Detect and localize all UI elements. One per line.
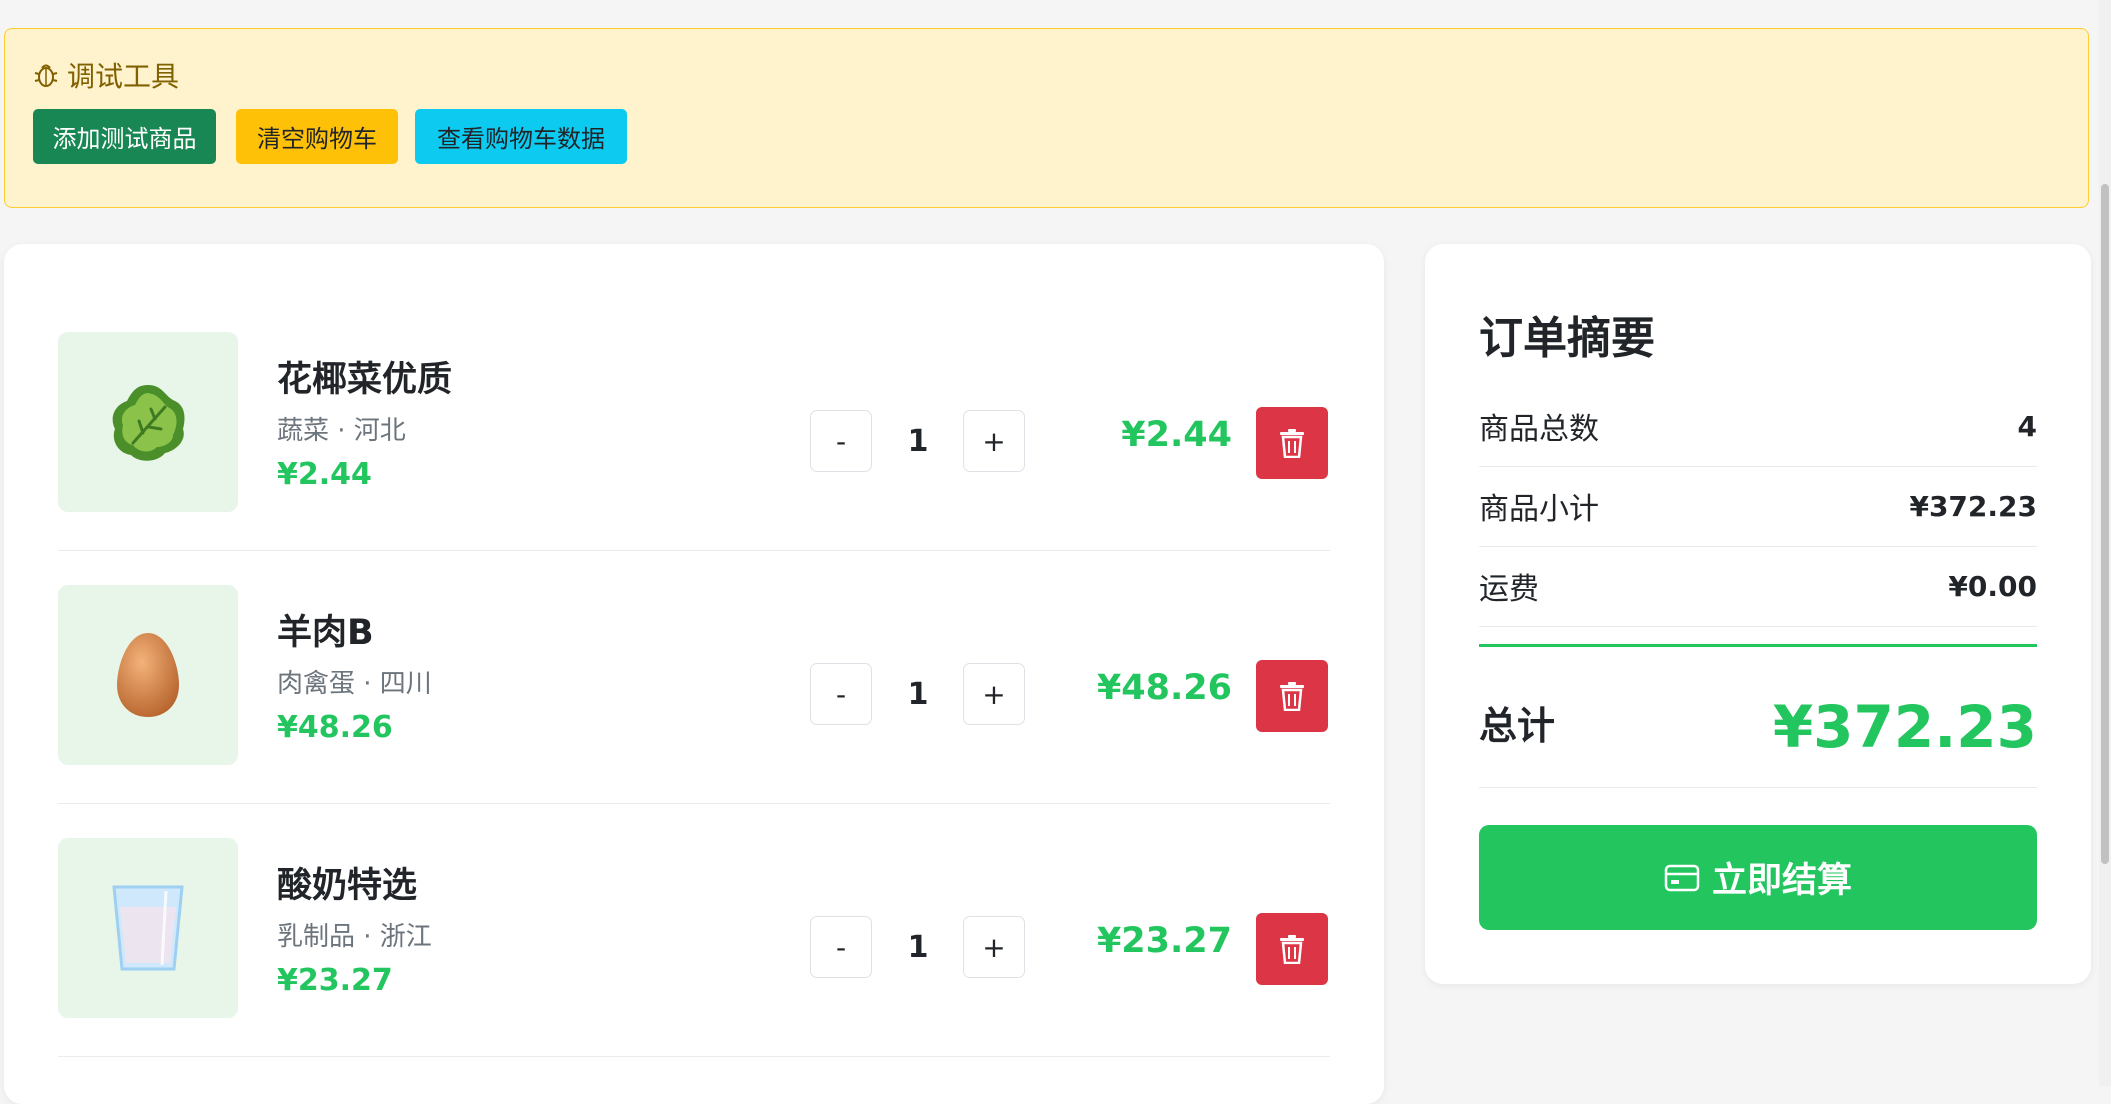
product-name: 羊肉B: [277, 613, 374, 653]
product-unit-price: ¥48.26: [277, 710, 393, 745]
order-summary-panel: 订单摘要 商品总数 4 商品小计 ¥372.23 运费 ¥0.00 总计 ¥37…: [1425, 244, 2091, 984]
summary-value: ¥372.23: [1909, 489, 2037, 523]
debug-tools-header: 调试工具: [33, 55, 179, 95]
egg-icon: [117, 633, 179, 717]
milk-glass-icon: [112, 885, 184, 971]
product-thumbnail: [58, 838, 238, 1018]
summary-label: 商品总数: [1479, 412, 1599, 447]
item-subtotal: ¥48.26: [1096, 668, 1232, 708]
total-value: ¥372.23: [1772, 693, 2037, 761]
summary-row-shipping: 运费 ¥0.00: [1479, 546, 2037, 627]
checkout-label: 立即结算: [1711, 861, 1852, 901]
quantity-value: 1: [907, 423, 929, 459]
lettuce-icon: [112, 385, 185, 461]
summary-label: 商品小计: [1479, 492, 1599, 527]
add-test-items-button[interactable]: 添加测试商品: [33, 109, 216, 164]
decrease-quantity-button[interactable]: -: [810, 410, 872, 472]
cart-item: 花椰菜优质 蔬菜 · 河北 ¥2.44 - 1 + ¥2.44: [58, 297, 1330, 551]
increase-quantity-button[interactable]: +: [963, 410, 1025, 472]
order-summary-title: 订单摘要: [1479, 313, 1655, 364]
decrease-quantity-button[interactable]: -: [810, 663, 872, 725]
cart-items-panel: 花椰菜优质 蔬菜 · 河北 ¥2.44 - 1 + ¥2.44 羊肉B 肉禽蛋 …: [4, 244, 1384, 1104]
debug-tools-panel: 调试工具 添加测试商品 清空购物车 查看购物车数据: [4, 28, 2089, 208]
item-subtotal: ¥23.27: [1096, 921, 1232, 961]
product-unit-price: ¥23.27: [277, 963, 393, 998]
product-unit-price: ¥2.44: [277, 457, 372, 492]
delete-item-button[interactable]: [1256, 913, 1328, 985]
checkout-button[interactable]: 立即结算: [1479, 825, 2037, 930]
product-name: 酸奶特选: [277, 866, 418, 906]
summary-value: ¥0.00: [1948, 569, 2037, 603]
summary-row-total: 总计 ¥372.23: [1479, 647, 2037, 788]
product-thumbnail: [58, 332, 238, 512]
trash-icon: [1280, 935, 1304, 964]
bug-icon: [34, 64, 58, 87]
summary-row-item-count: 商品总数 4: [1479, 386, 2037, 467]
product-category-origin: 蔬菜 · 河北: [277, 416, 406, 446]
quantity-value: 1: [907, 929, 929, 965]
page-scrollbar[interactable]: [2099, 0, 2111, 1086]
total-label: 总计: [1479, 704, 1556, 748]
product-thumbnail: [58, 585, 238, 765]
credit-card-icon: [1664, 864, 1700, 891]
increase-quantity-button[interactable]: +: [963, 916, 1025, 978]
delete-item-button[interactable]: [1256, 407, 1328, 479]
product-name: 花椰菜优质: [277, 360, 453, 400]
delete-item-button[interactable]: [1256, 660, 1328, 732]
quantity-value: 1: [907, 676, 929, 712]
trash-icon: [1280, 682, 1304, 711]
clear-cart-button[interactable]: 清空购物车: [236, 109, 398, 164]
product-category-origin: 乳制品 · 浙江: [277, 922, 432, 952]
debug-tools-title: 调试工具: [67, 60, 180, 93]
view-cart-data-button[interactable]: 查看购物车数据: [415, 109, 627, 164]
trash-icon: [1280, 429, 1304, 458]
summary-label: 运费: [1479, 572, 1539, 607]
decrease-quantity-button[interactable]: -: [810, 916, 872, 978]
cart-item: 酸奶特选 乳制品 · 浙江 ¥23.27 - 1 + ¥23.27: [58, 803, 1330, 1057]
summary-row-subtotal: 商品小计 ¥372.23: [1479, 466, 2037, 547]
cart-item: 羊肉B 肉禽蛋 · 四川 ¥48.26 - 1 + ¥48.26: [58, 550, 1330, 804]
product-category-origin: 肉禽蛋 · 四川: [277, 669, 432, 699]
item-subtotal: ¥2.44: [1121, 415, 1232, 455]
summary-value: 4: [2017, 409, 2037, 443]
increase-quantity-button[interactable]: +: [963, 663, 1025, 725]
scrollbar-thumb[interactable]: [2101, 184, 2109, 864]
